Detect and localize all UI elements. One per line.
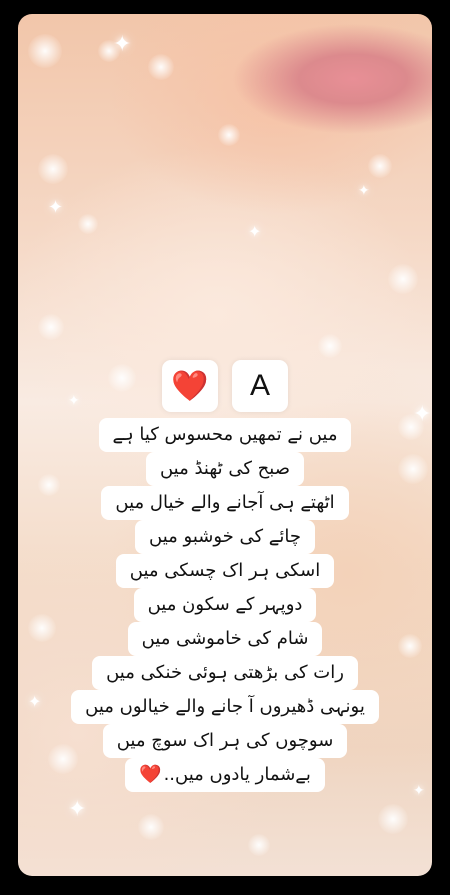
bokeh-sparkle (38, 314, 64, 340)
story-frame: ✦ ✦ ✦ ✦ ✦ ✦ ✦ ✦ ✦ ✦ ❤️ A میں نے تمھیں مح… (18, 14, 432, 876)
poem-line: شام کی خاموشی میں (127, 622, 323, 656)
heart-sticker[interactable]: ❤️ (162, 360, 218, 412)
star-sparkle: ✦ (48, 197, 64, 218)
poem-line: دوپہر کے سکون میں (133, 588, 317, 622)
bokeh-sparkle (28, 34, 62, 68)
bokeh-sparkle (138, 814, 164, 840)
bokeh-sparkle (78, 214, 98, 234)
heart-icon: ❤️ (139, 764, 162, 785)
poem-line-text: بےشمار یادوں میں.. (163, 764, 311, 785)
bokeh-sparkle (148, 54, 174, 80)
poem-line: چائے کی خوشبو میں (135, 520, 315, 554)
poem-line: رات کی بڑھتی ہوئی خنکی میں (92, 656, 358, 690)
poem-line: سوچوں کی ہر اک سوچ میں (102, 724, 348, 758)
letter-sticker[interactable]: A (232, 360, 288, 412)
star-sparkle: ✦ (358, 183, 370, 199)
star-sparkle: ✦ (113, 32, 132, 57)
bokeh-sparkle (248, 834, 270, 856)
bokeh-sparkle (368, 154, 392, 178)
bokeh-sparkle (218, 124, 240, 146)
poem-line: یونہی ڈھیروں آ جانے والے خیالوں میں (71, 690, 379, 724)
sticker-row: ❤️ A (18, 360, 432, 412)
poem-line: صبح کی ٹھنڈ میں (145, 452, 305, 486)
poem-line: اسکی ہر اک چسکی میں (115, 554, 335, 588)
heart-icon: ❤️ (171, 368, 209, 404)
letter-a: A (249, 369, 270, 402)
poem-line-last: بےشمار یادوں میں..❤️ (125, 758, 325, 792)
bokeh-sparkle (38, 154, 68, 184)
poem-text-block: میں نے تمھیں محسوس کیا ہے صبح کی ٹھنڈ می… (18, 418, 432, 792)
poem-line: اٹھتے ہی آجانے والے خیال میں (101, 486, 349, 520)
bokeh-sparkle (378, 804, 408, 834)
star-sparkle: ✦ (68, 797, 87, 822)
bokeh-sparkle (388, 264, 418, 294)
bokeh-sparkle (318, 334, 342, 358)
star-sparkle: ✦ (248, 222, 262, 241)
poem-line: میں نے تمھیں محسوس کیا ہے (98, 418, 352, 452)
